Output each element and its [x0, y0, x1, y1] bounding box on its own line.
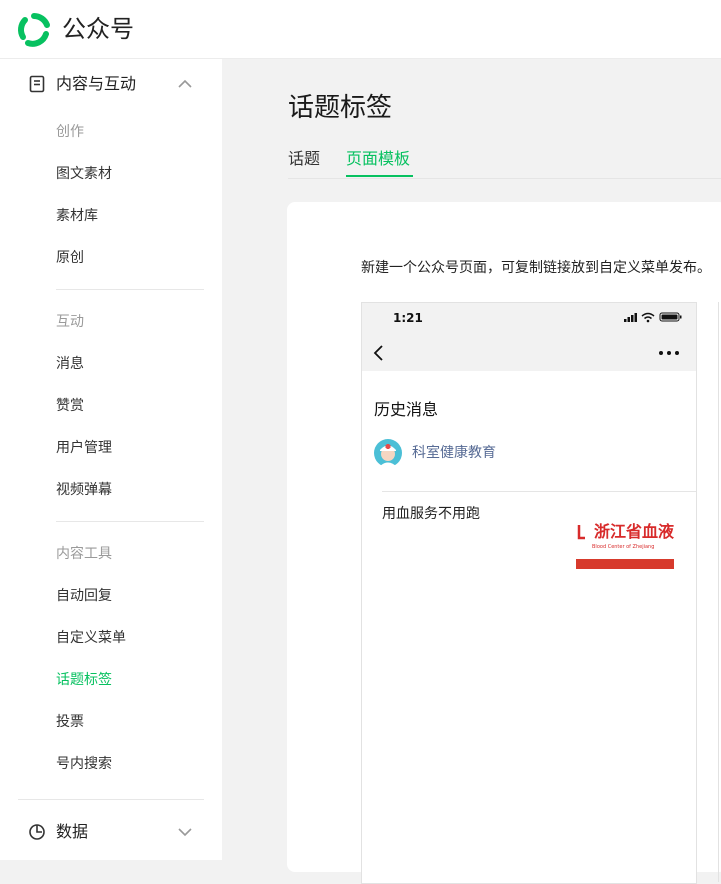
group-label-interact: 互动 [56, 314, 84, 330]
active-tab-indicator [346, 175, 413, 177]
sidebar-divider [56, 521, 204, 522]
signal-icon [624, 313, 637, 322]
sidebar-item-in-account-search[interactable]: 号内搜索 [56, 754, 112, 774]
group-label-create: 创作 [56, 124, 84, 140]
sidebar-section-content[interactable]: 内容与互动 [0, 61, 222, 107]
sidebar-item-voting[interactable]: 投票 [56, 712, 84, 732]
sidebar-item-topic-tags[interactable]: 话题标签 [56, 670, 112, 690]
sidebar-divider [56, 289, 204, 290]
tab-bar: 话题 页面模板 [288, 144, 721, 179]
account-name[interactable]: 科室健康教育 [412, 443, 496, 463]
top-bar: 公众号 [0, 0, 721, 59]
wechat-official-account-logo-icon [18, 13, 50, 47]
phone-status-bar: 1:21 [362, 303, 696, 371]
tab-topics[interactable]: 话题 [288, 148, 320, 170]
sidebar-item-messages[interactable]: 消息 [56, 354, 84, 374]
thumbnail-red-band [576, 559, 674, 569]
sidebar-item-video-danmaku[interactable]: 视频弹幕 [56, 480, 112, 500]
article-divider [382, 491, 696, 492]
phone-time: 1:21 [393, 311, 423, 325]
sidebar-section-label: 内容与互动 [56, 74, 137, 93]
thumbnail-logo-mark [577, 525, 585, 540]
sidebar-divider [18, 799, 204, 800]
next-template-edge [718, 302, 719, 882]
thumbnail-title: 浙江省血液 [594, 522, 674, 541]
phone-preview[interactable]: 1:21 历史消息 科室健康教育 用血服务不用跑 浙江省血液 Blood Cen… [361, 302, 697, 884]
account-avatar [374, 439, 402, 467]
sidebar-section-data[interactable]: 数据 [0, 809, 222, 855]
article-title[interactable]: 用血服务不用跑 [382, 504, 480, 524]
more-icon[interactable] [658, 349, 680, 357]
pie-chart-icon [29, 824, 45, 840]
phone-status-icons [624, 312, 682, 323]
template-description: 新建一个公众号页面，可复制链接放到自定义菜单发布。 [361, 260, 711, 276]
sidebar-item-custom-menu[interactable]: 自定义菜单 [56, 628, 126, 648]
sidebar: 内容与互动 创作 图文素材 素材库 原创 互动 消息 赞赏 用户管理 视频弹幕 … [0, 59, 222, 860]
sidebar-item-media-library[interactable]: 素材库 [56, 206, 98, 226]
chevron-up-icon[interactable] [177, 76, 193, 92]
history-title: 历史消息 [374, 400, 439, 419]
document-icon [29, 75, 45, 93]
wifi-icon [641, 312, 655, 323]
sidebar-item-articles[interactable]: 图文素材 [56, 164, 112, 184]
sidebar-item-original[interactable]: 原创 [56, 248, 84, 268]
sidebar-item-auto-reply[interactable]: 自动回复 [56, 586, 112, 606]
brand-name[interactable]: 公众号 [62, 12, 134, 46]
article-thumbnail[interactable]: 浙江省血液 Blood Center of Zhejiang [576, 521, 674, 571]
page-title: 话题标签 [288, 93, 393, 123]
sidebar-item-rewards[interactable]: 赞赏 [56, 396, 84, 416]
content-card: 新建一个公众号页面，可复制链接放到自定义菜单发布。 1:21 历史消息 科室健康… [287, 202, 721, 884]
tab-page-templates[interactable]: 页面模板 [346, 148, 410, 170]
chevron-down-icon[interactable] [177, 824, 193, 840]
sidebar-section-label: 数据 [56, 822, 89, 841]
sidebar-item-user-management[interactable]: 用户管理 [56, 438, 112, 458]
group-label-tools: 内容工具 [56, 546, 112, 562]
thumbnail-subtitle: Blood Center of Zhejiang [592, 544, 655, 550]
back-arrow-icon[interactable] [372, 344, 386, 362]
battery-icon [659, 312, 682, 322]
